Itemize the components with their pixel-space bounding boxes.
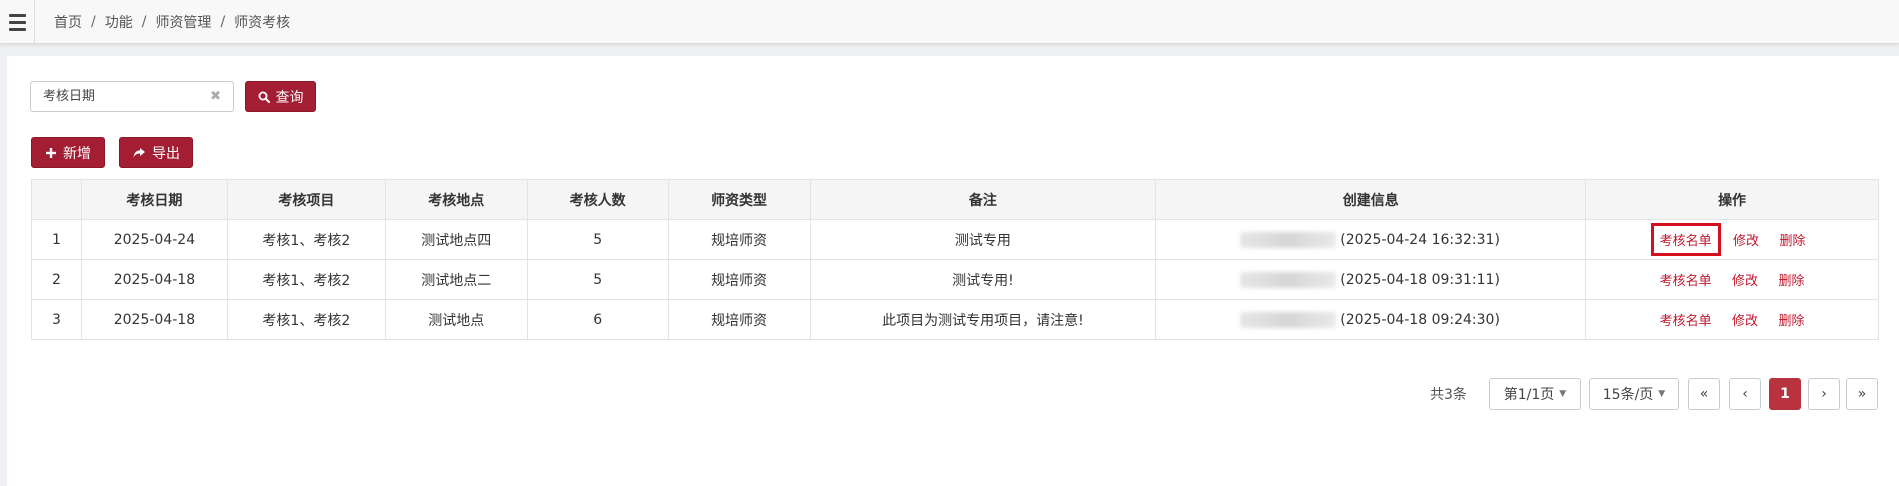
roster-link[interactable]: 考核名单 (1660, 314, 1712, 329)
roster-link[interactable]: 考核名单 (1660, 274, 1712, 289)
creator-name-redacted (1240, 311, 1337, 328)
share-arrow-icon (132, 147, 146, 159)
page-select-value: 第1/1页 (1503, 387, 1555, 403)
roster-highlight-box: 考核名单 (1650, 223, 1721, 256)
last-page-button[interactable]: » (1846, 378, 1878, 410)
creator-name-redacted (1240, 271, 1337, 288)
first-page-button[interactable]: « (1688, 378, 1720, 410)
breadcrumb-teacher-management[interactable]: 师资管理 (155, 12, 211, 32)
table-row: 1 2025-04-24 考核1、考核2 测试地点四 5 规培师资 测试专用 (… (31, 219, 1879, 260)
row-index: 3 (31, 299, 82, 340)
breadcrumb: 首页 / 功能 / 师资管理 / 师资考核 (54, 0, 290, 44)
row-type: 规培师资 (667, 219, 811, 260)
plus-icon (45, 147, 57, 159)
edit-link[interactable]: 修改 (1733, 234, 1759, 249)
row-created: (2025-04-24 16:32:31) (1155, 219, 1587, 260)
row-items: 考核1、考核2 (226, 259, 386, 300)
menu-toggle-icon[interactable] (0, 0, 34, 44)
export-button[interactable]: 导出 (119, 137, 193, 168)
date-search-field[interactable]: ✖ (30, 81, 234, 112)
roster-link[interactable]: 考核名单 (1660, 234, 1712, 249)
edit-link[interactable]: 修改 (1732, 314, 1758, 329)
row-type: 规培师资 (667, 259, 811, 300)
assessment-table: 考核日期 考核项目 考核地点 考核人数 师资类型 备注 创建信息 操作 1 20… (31, 179, 1879, 340)
row-count: 5 (526, 219, 669, 260)
row-created: (2025-04-18 09:31:11) (1155, 259, 1587, 300)
date-search-input[interactable] (31, 82, 201, 111)
edit-link[interactable]: 修改 (1732, 274, 1758, 289)
row-created-time: (2025-04-18 09:24:30) (1340, 311, 1500, 328)
creator-name-redacted (1240, 231, 1337, 248)
row-created-time: (2025-04-24 16:32:31) (1340, 231, 1500, 248)
page-size-value: 15条/页 (1602, 387, 1654, 403)
divider (34, 0, 35, 44)
header-actions: 操作 (1585, 179, 1879, 220)
row-index: 1 (31, 219, 82, 260)
row-actions: 考核名单 修改 删除 (1585, 219, 1879, 260)
row-place: 测试地点 (384, 299, 528, 340)
row-actions: 考核名单 修改 删除 (1585, 259, 1879, 300)
row-date: 2025-04-18 (80, 299, 228, 340)
breadcrumb-separator: / (141, 14, 147, 30)
export-button-label: 导出 (152, 145, 180, 162)
row-remark: 测试专用 (809, 219, 1157, 260)
header-index (31, 179, 82, 220)
breadcrumb-home[interactable]: 首页 (54, 12, 82, 32)
row-count: 6 (526, 299, 669, 340)
header-place: 考核地点 (384, 179, 528, 220)
header-count: 考核人数 (526, 179, 669, 220)
row-items: 考核1、考核2 (226, 299, 386, 340)
header-created: 创建信息 (1155, 179, 1587, 220)
chevron-down-icon: ▼ (1559, 389, 1567, 399)
table-header-row: 考核日期 考核项目 考核地点 考核人数 师资类型 备注 创建信息 操作 (31, 179, 1879, 220)
search-button[interactable]: 查询 (245, 81, 316, 112)
page-size-select[interactable]: 15条/页 ▼ (1589, 378, 1679, 410)
add-button-label: 新增 (63, 145, 91, 162)
pager-total: 共3条 (1430, 387, 1467, 403)
header-date: 考核日期 (80, 179, 228, 220)
clear-icon[interactable]: ✖ (210, 89, 221, 104)
row-created: (2025-04-18 09:24:30) (1155, 299, 1587, 340)
table-row: 2 2025-04-18 考核1、考核2 测试地点二 5 规培师资 测试专用! … (31, 259, 1879, 300)
breadcrumb-function[interactable]: 功能 (105, 12, 133, 32)
breadcrumb-teacher-assessment: 师资考核 (234, 15, 291, 31)
header-remark: 备注 (809, 179, 1157, 220)
prev-page-button[interactable]: ‹ (1729, 378, 1761, 410)
row-place: 测试地点四 (384, 219, 528, 260)
search-icon (258, 91, 270, 103)
add-button[interactable]: 新增 (31, 137, 105, 168)
row-remark: 此项目为测试专用项目，请注意! (809, 299, 1157, 340)
delete-link[interactable]: 删除 (1780, 234, 1806, 249)
row-type: 规培师资 (667, 299, 811, 340)
breadcrumb-separator: / (91, 14, 96, 30)
next-page-button[interactable]: › (1808, 378, 1840, 410)
delete-link[interactable]: 删除 (1779, 314, 1805, 329)
table-row: 3 2025-04-18 考核1、考核2 测试地点 6 规培师资 此项目为测试专… (31, 299, 1879, 340)
page-select[interactable]: 第1/1页 ▼ (1489, 378, 1581, 410)
row-date: 2025-04-24 (80, 219, 228, 260)
row-date: 2025-04-18 (80, 259, 228, 300)
row-actions: 考核名单 修改 删除 (1585, 299, 1879, 340)
row-index: 2 (31, 259, 82, 300)
row-items: 考核1、考核2 (226, 219, 386, 260)
delete-link[interactable]: 删除 (1779, 274, 1805, 289)
row-remark: 测试专用! (809, 259, 1157, 300)
row-place: 测试地点二 (384, 259, 528, 300)
search-button-label: 查询 (275, 89, 304, 106)
row-count: 5 (526, 259, 669, 300)
header-items: 考核项目 (226, 179, 386, 220)
current-page-button[interactable]: 1 (1769, 378, 1801, 410)
chevron-down-icon: ▼ (1658, 389, 1666, 399)
header-type: 师资类型 (667, 179, 811, 220)
row-created-time: (2025-04-18 09:31:11) (1340, 271, 1500, 288)
breadcrumb-separator: / (220, 14, 226, 30)
top-bar: 首页 / 功能 / 师资管理 / 师资考核 (0, 0, 1899, 44)
